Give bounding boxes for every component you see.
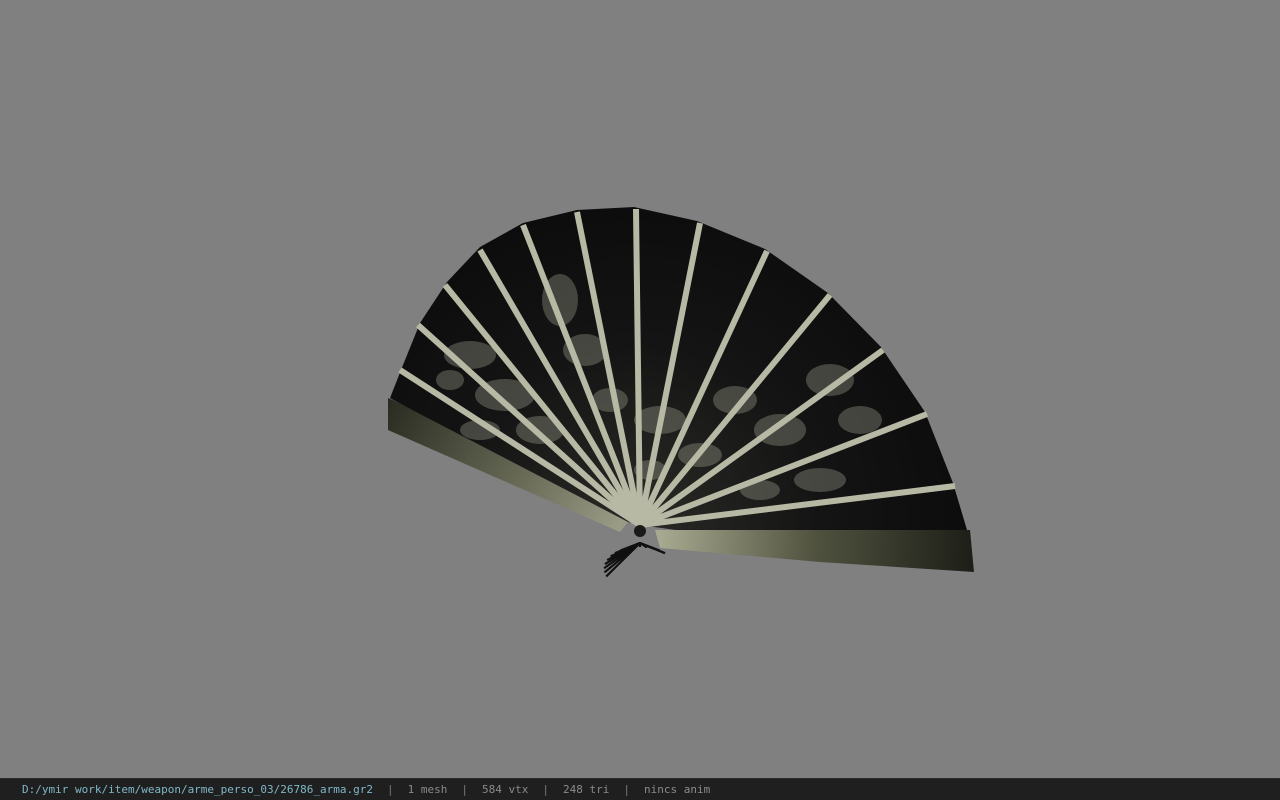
- separator: |: [461, 783, 468, 796]
- separator: |: [542, 783, 549, 796]
- mesh-count: 1 mesh: [407, 783, 448, 796]
- vertex-count: 584 vtx: [482, 783, 529, 796]
- 3d-viewport[interactable]: [0, 0, 1280, 778]
- animation-status: nincs anim: [643, 783, 711, 796]
- separator: |: [387, 783, 394, 796]
- floral-pattern: [794, 468, 846, 492]
- floral-pattern: [838, 406, 882, 434]
- pivot-rivet: [634, 525, 646, 537]
- separator: |: [623, 783, 630, 796]
- status-bar: D:/ymir work/item/weapon/arme_perso_03/2…: [0, 778, 1280, 800]
- floral-pattern: [754, 414, 806, 446]
- right-guard-stick: [655, 530, 974, 572]
- triangle-count: 248 tri: [562, 783, 610, 796]
- fan-rib: [633, 208, 643, 526]
- file-path: D:/ymir work/item/weapon/arme_perso_03/2…: [22, 783, 373, 796]
- floral-pattern: [436, 370, 464, 390]
- fan-model: [388, 207, 974, 578]
- fan-leaf: [390, 207, 967, 532]
- fan-group: [388, 207, 974, 578]
